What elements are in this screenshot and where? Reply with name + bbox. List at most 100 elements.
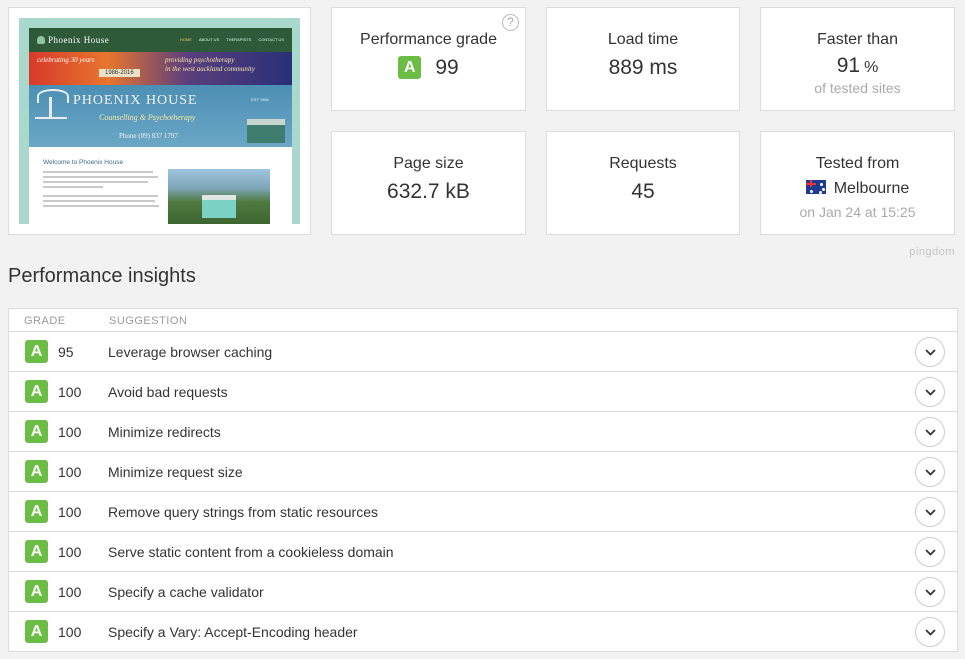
- grade-badge: A: [25, 540, 48, 563]
- preview-nav: Phoenix House HOME ABOUT US THERAPISTS CONT…: [29, 28, 292, 52]
- table-row[interactable]: A 100 Serve static content from a cookiele…: [9, 532, 957, 572]
- column-header-grade: GRADE: [24, 315, 66, 327]
- insight-suggestion: Specify a Vary: Accept-Encoding header: [108, 624, 358, 640]
- preview-hero: PHOENIX HOUSE EST 1986 Counselling & Psy…: [29, 85, 292, 147]
- insight-suggestion: Remove query strings from static resourc…: [108, 504, 378, 520]
- site-preview: Phoenix House HOME ABOUT US THERAPISTS CONT…: [29, 28, 292, 224]
- chevron-down-icon: [925, 349, 936, 356]
- tree-icon: [35, 89, 69, 119]
- australia-flag-icon: [805, 180, 826, 194]
- chevron-down-icon: [925, 469, 936, 476]
- performance-grade-card: ? Performance grade A 99: [331, 7, 526, 111]
- insight-suggestion: Minimize request size: [108, 464, 243, 480]
- expand-button[interactable]: [915, 537, 945, 567]
- phoenix-logo-icon: [37, 36, 45, 44]
- requests-value: 45: [631, 180, 655, 203]
- grade-badge: A: [25, 580, 48, 603]
- chevron-down-icon: [925, 389, 936, 396]
- table-header: GRADE SUGGESTION: [9, 309, 957, 332]
- insight-score: 100: [58, 584, 82, 600]
- grade-badge: A: [398, 56, 422, 79]
- tested-from-city: Melbourne: [833, 180, 910, 197]
- chevron-down-icon: [925, 549, 936, 556]
- table-row[interactable]: A 100 Avoid bad requests: [9, 372, 957, 412]
- page-size-value: 632.7 kB: [387, 180, 470, 203]
- help-icon[interactable]: ?: [502, 14, 519, 31]
- insights-table: GRADE SUGGESTION A 95 Leverage browser cac…: [8, 308, 958, 652]
- faster-than-value: 91: [836, 54, 861, 77]
- load-time-value: 889 ms: [608, 56, 678, 79]
- section-title: Performance insights: [8, 265, 196, 287]
- performance-grade-label: Performance grade: [360, 31, 497, 48]
- preview-hero-phone: Phone (09) 837 1797: [119, 132, 178, 140]
- insight-suggestion: Specify a cache validator: [108, 584, 264, 600]
- chevron-down-icon: [925, 509, 936, 516]
- table-row[interactable]: A 100 Specify a cache validator: [9, 572, 957, 612]
- table-row[interactable]: A 100 Remove query strings from static res…: [9, 492, 957, 532]
- expand-button[interactable]: [915, 577, 945, 607]
- grade-badge: A: [25, 500, 48, 523]
- column-header-suggestion: SUGGESTION: [109, 315, 188, 327]
- insight-suggestion: Leverage browser caching: [108, 344, 273, 360]
- table-body: A 95 Leverage browser caching A 100 Avoid bad…: [9, 332, 957, 652]
- insight-suggestion: Serve static content from a cookieless d…: [108, 544, 394, 560]
- expand-button[interactable]: [915, 337, 945, 367]
- expand-button[interactable]: [915, 417, 945, 447]
- expand-button[interactable]: [915, 617, 945, 647]
- preview-banner-right: providing psychotherapy in the west auckl…: [165, 56, 255, 73]
- table-row[interactable]: A 100 Minimize redirects: [9, 412, 957, 452]
- preview-logo: Phoenix House: [37, 35, 109, 45]
- faster-than-card: Faster than 91% of tested sites: [760, 7, 955, 111]
- insight-score: 100: [58, 544, 82, 560]
- tested-from-label: Tested from: [815, 155, 900, 172]
- preview-hero-name: PHOENIX HOUSE: [73, 93, 198, 108]
- table-row[interactable]: A 100 Specify a Vary: Accept-Encoding head…: [9, 612, 957, 652]
- grade-badge: A: [25, 460, 48, 483]
- performance-grade-value: 99: [435, 56, 459, 79]
- expand-button[interactable]: [915, 377, 945, 407]
- site-screenshot: Phoenix House HOME ABOUT US THERAPISTS CONT…: [19, 18, 300, 224]
- page-size-card: Page size 632.7 kB: [331, 131, 526, 235]
- faster-than-sub: of tested sites: [814, 80, 901, 96]
- preview-hero-subtitle: Counselling & Psychotherapy: [99, 113, 196, 122]
- insight-score: 100: [58, 624, 82, 640]
- table-row[interactable]: A 95 Leverage browser caching: [9, 332, 957, 372]
- load-time-card: Load time 889 ms: [546, 7, 740, 111]
- expand-button[interactable]: [915, 497, 945, 527]
- table-row[interactable]: A 100 Minimize request size: [9, 452, 957, 492]
- expand-button[interactable]: [915, 457, 945, 487]
- tested-from-card: Tested from Melbourne on Jan 24 at 15:25: [760, 131, 955, 235]
- insight-score: 95: [58, 344, 74, 360]
- site-screenshot-card: Phoenix House HOME ABOUT US THERAPISTS CONT…: [8, 7, 311, 235]
- insight-suggestion: Minimize redirects: [108, 424, 221, 440]
- grade-badge: A: [25, 340, 48, 363]
- preview-banner: celebrating 30 years 1986-2016 providing…: [29, 52, 292, 85]
- preview-welcome: Welcome to Phoenix House: [43, 159, 124, 166]
- requests-card: Requests 45: [546, 131, 740, 235]
- insight-score: 100: [58, 384, 82, 400]
- load-time-label: Load time: [607, 31, 679, 48]
- chevron-down-icon: [925, 589, 936, 596]
- insight-score: 100: [58, 504, 82, 520]
- chevron-down-icon: [925, 429, 936, 436]
- preview-hero-est: EST 1986: [251, 97, 269, 102]
- insight-score: 100: [58, 464, 82, 480]
- percent-unit: %: [864, 59, 879, 76]
- requests-label: Requests: [609, 155, 677, 172]
- tested-from-time: on Jan 24 at 15:25: [799, 204, 916, 220]
- grade-badge: A: [25, 380, 48, 403]
- grade-badge: A: [25, 620, 48, 643]
- chevron-down-icon: [925, 629, 936, 636]
- page-size-label: Page size: [393, 155, 464, 172]
- grade-badge: A: [25, 420, 48, 443]
- insight-score: 100: [58, 424, 82, 440]
- preview-banner-left: celebrating 30 years: [37, 56, 95, 64]
- pingdom-logo: pingdom: [909, 246, 955, 258]
- preview-body: Welcome to Phoenix House: [29, 147, 292, 224]
- house-image: [247, 119, 285, 143]
- preview-photo: [168, 169, 270, 224]
- faster-than-label: Faster than: [817, 31, 898, 48]
- preview-banner-years: 1986-2016: [99, 69, 140, 77]
- insight-suggestion: Avoid bad requests: [108, 384, 228, 400]
- preview-nav-links: HOME ABOUT US THERAPISTS CONTACT US: [179, 37, 284, 42]
